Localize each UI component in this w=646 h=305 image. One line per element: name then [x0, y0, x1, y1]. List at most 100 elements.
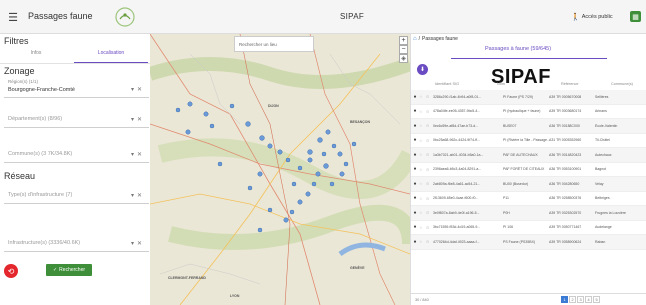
- public-access-button[interactable]: 🚶 Accès public: [571, 13, 613, 21]
- zoom-in-button[interactable]: +: [399, 36, 408, 45]
- eye-icon[interactable]: ●: [411, 123, 419, 129]
- tab-passages-faune[interactable]: Passages à faune (59/645): [485, 46, 551, 52]
- eye-icon[interactable]: ●: [411, 210, 419, 216]
- table-row[interactable]: ● ☆ ⊙ 3e0f807a-8ab9-4e0f-a196-5... P0H A39 TR…: [411, 206, 646, 221]
- map-label-geneve: GENÈVE: [350, 266, 365, 270]
- cell-ref: A39 TR 0058900624: [549, 239, 582, 244]
- active-tab-indicator: [74, 62, 148, 63]
- star-icon[interactable]: ☆: [419, 109, 426, 114]
- tab-localisation[interactable]: Localisation: [74, 50, 148, 56]
- page-button[interactable]: 2: [569, 296, 576, 303]
- infra-type-controls[interactable]: ▾✕: [131, 192, 145, 199]
- table-row[interactable]: ● ☆ ⊙ 2ab809a-f6e8-4a61-ac54-21... BU00 (Bus…: [411, 177, 646, 192]
- cell-ref: A39 TR 0003680174: [549, 109, 582, 114]
- layers-icon[interactable]: ◈: [399, 54, 408, 63]
- star-icon[interactable]: ☆: [419, 181, 426, 186]
- page-button[interactable]: 3: [577, 296, 584, 303]
- pin-icon[interactable]: ⊙: [426, 138, 433, 143]
- star-icon[interactable]: ☆: [419, 225, 426, 230]
- map-label-clermont: CLERMONT-FERRAND: [168, 276, 206, 280]
- eye-icon[interactable]: ●: [411, 166, 419, 172]
- cell-name: BU00 (Busedur): [503, 181, 529, 186]
- cell-id: 2396aea6-b5c3-4a04-8291-a...: [433, 167, 482, 172]
- menu-icon[interactable]: ☰: [6, 10, 20, 24]
- cell-ref: A36 TR 0258500376: [549, 196, 582, 201]
- star-icon[interactable]: ☆: [419, 167, 426, 172]
- infra-controls[interactable]: ▾✕: [131, 240, 145, 247]
- star-icon[interactable]: ☆: [419, 239, 426, 244]
- tab-infos[interactable]: Infos: [16, 50, 56, 56]
- infra-select[interactable]: Infrastructure(s) (3336/40.6K) ▾✕: [4, 234, 149, 252]
- map-canvas: [150, 34, 410, 305]
- download-icon[interactable]: ⬇: [417, 64, 428, 75]
- app-title: Passages faune: [28, 11, 93, 21]
- departement-controls[interactable]: ▾✕: [131, 116, 145, 123]
- pin-icon[interactable]: ⊙: [426, 123, 433, 128]
- eye-icon[interactable]: ●: [411, 239, 419, 245]
- cell-name: PS Faune (PS35BX): [503, 239, 536, 244]
- star-icon[interactable]: ☆: [419, 152, 426, 157]
- tab-divider: [0, 63, 150, 64]
- map-search-input[interactable]: Rechercher un lieu: [234, 36, 314, 52]
- pin-icon[interactable]: ⊙: [426, 196, 433, 201]
- eye-icon[interactable]: ●: [411, 152, 419, 158]
- page-button[interactable]: 4: [585, 296, 592, 303]
- filters-panel: Filtres Infos Localisation Zonage Région…: [0, 34, 150, 305]
- eye-icon[interactable]: ●: [411, 195, 419, 201]
- cell-ref: A36 TR 0053100901: [549, 167, 582, 172]
- map-view[interactable]: Rechercher un lieu + − ◈ DIJON BESANÇON …: [150, 34, 410, 305]
- cell-ref: A31 TR 0005352960: [549, 138, 582, 143]
- pin-icon[interactable]: ⊙: [426, 210, 433, 215]
- cell-name: PAF FORÊT DE CITEAUX: [503, 167, 545, 172]
- table-row[interactable]: ● ☆ ⊙ 478a04fe-ee05-4357-9bc5-4... PI (hydra…: [411, 105, 646, 119]
- column-header-town[interactable]: Commune(s): [611, 82, 633, 86]
- column-header-id[interactable]: Identifiant SIG: [435, 82, 459, 86]
- reset-filters-button[interactable]: ⟲: [4, 264, 18, 278]
- pin-icon[interactable]: ⊙: [426, 109, 433, 114]
- page-button[interactable]: 1: [561, 296, 568, 303]
- page-button[interactable]: 5: [593, 296, 600, 303]
- star-icon[interactable]: ☆: [419, 123, 426, 128]
- list-tab-indicator: [451, 58, 607, 59]
- table-row[interactable]: ● ☆ ⊙ 3bc71559-f53d-4d19-a065-9... PI 106 A39…: [411, 221, 646, 235]
- column-header-name[interactable]: Nom: [497, 82, 505, 86]
- eye-icon[interactable]: ●: [411, 94, 419, 100]
- star-icon[interactable]: ☆: [419, 138, 426, 143]
- cell-id: 2ab809a-f6e8-4a61-ac54-21...: [433, 181, 481, 186]
- pin-icon[interactable]: ⊙: [426, 167, 433, 172]
- pin-icon[interactable]: ⊙: [426, 181, 433, 186]
- region-controls[interactable]: ▾✕: [131, 86, 145, 93]
- search-button[interactable]: ✓ Rechercher: [46, 264, 92, 276]
- app-switch-icon[interactable]: ▦: [630, 11, 641, 22]
- region-select[interactable]: Région(s) (1/1) Bourgogne-Franche-Comté …: [4, 78, 149, 98]
- eye-icon[interactable]: ●: [411, 181, 419, 187]
- eye-icon[interactable]: ●: [411, 108, 419, 114]
- table-row[interactable]: ● ☆ ⊙ 4770264d-4daf-4923-aaaa-f... PS Faune …: [411, 235, 646, 250]
- eye-icon[interactable]: ●: [411, 137, 419, 143]
- pin-icon[interactable]: ⊙: [426, 152, 433, 157]
- infra-type-select[interactable]: Type(s) d'infrastructure (7) ▾✕: [4, 186, 149, 204]
- star-icon[interactable]: ☆: [419, 196, 426, 201]
- table-row[interactable]: ● ☆ ⊙ 3286c290-f1ab-4b94-a0f8-01... PI Faune…: [411, 90, 646, 105]
- pin-icon[interactable]: ⊙: [426, 239, 433, 244]
- table-row[interactable]: ● ☆ ⊙ 2f13609-65e0-4cae-f600-f0... P11 A36 TR…: [411, 192, 646, 206]
- table-row[interactable]: ● ☆ ⊙ 0bc25a68-962c-4424-9f74-ff... PI (Rivi…: [411, 134, 646, 148]
- commune-select[interactable]: Commune(s) (3 7K/34.8K) ▾✕: [4, 145, 149, 163]
- reseau-title: Réseau: [4, 171, 36, 181]
- pin-icon[interactable]: ⊙: [426, 94, 433, 99]
- star-icon[interactable]: ☆: [419, 210, 426, 215]
- pin-icon[interactable]: ⊙: [426, 225, 433, 230]
- table-row[interactable]: ● ☆ ⊙ 2396aea6-b5c3-4a04-8291-a... PAF FORÊT…: [411, 163, 646, 177]
- pager-count: 30 / 840: [415, 298, 429, 302]
- column-header-ref[interactable]: Référence: [561, 82, 579, 86]
- star-icon[interactable]: ☆: [419, 94, 426, 99]
- zoom-out-button[interactable]: −: [399, 45, 408, 54]
- departement-placeholder: Département(s) (8/96): [8, 116, 63, 122]
- commune-controls[interactable]: ▾✕: [131, 151, 145, 158]
- cell-town: École-Valentin: [595, 123, 618, 128]
- cell-ref: A36 TR 004280650: [549, 181, 580, 186]
- departement-select[interactable]: Département(s) (8/96) ▾✕: [4, 110, 149, 128]
- table-row[interactable]: ● ☆ ⊙ 0ec6c59e-af8d-47ae-b73-d... BUSE07 A36 …: [411, 119, 646, 134]
- table-row[interactable]: ● ☆ ⊙ 1a3b7021-ab01-4034-b5a0-1a... PAF DE A…: [411, 148, 646, 163]
- eye-icon[interactable]: ●: [411, 224, 419, 230]
